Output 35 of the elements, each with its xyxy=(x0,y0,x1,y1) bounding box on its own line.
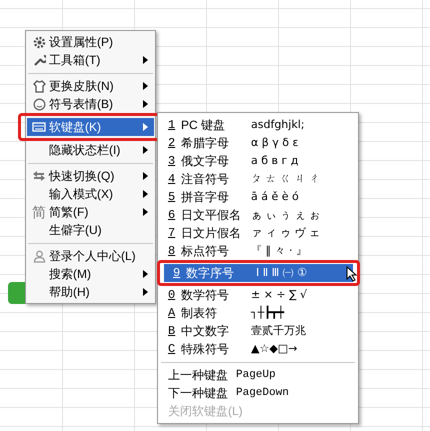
menu-item[interactable]: 7 日文片假名 ァ ィ ゥ ヴ ェ xyxy=(159,224,357,242)
menu-item[interactable]: 登录个人中心(L) xyxy=(27,247,154,265)
menu-item[interactable]: 6 日文平假名 ぁ ぃ ぅ ぇ ぉ xyxy=(159,206,357,224)
menu-item[interactable]: 符号表情(B) xyxy=(27,95,154,113)
menu-item[interactable]: 快速切换(Q) xyxy=(27,167,154,185)
simplified-char-icon: 简 xyxy=(32,205,46,219)
menu-item[interactable]: 0 数学符号 ± × ÷ ∑ √ xyxy=(159,286,357,304)
menu-item[interactable]: 搜索(M) xyxy=(27,265,154,283)
menu-item[interactable]: 软键盘(K) xyxy=(27,118,154,136)
menu-item[interactable]: 8 标点符号 『 ‖ 々 · 』 xyxy=(159,242,357,260)
menu-item[interactable]: 5 拼音字母 ā á ě è ó xyxy=(159,188,357,206)
menu-item[interactable]: 帮助(H) xyxy=(27,283,154,301)
menu-item[interactable]: B 中文数字 壹贰千万兆 xyxy=(159,322,357,340)
menu-item[interactable]: 简 简繁(F) xyxy=(27,203,154,221)
menu-item[interactable]: 4 注音符号 ㄆ ㄊ ㄍ ㄐ ㄔ xyxy=(159,170,357,188)
menu-item[interactable]: 输入模式(X) xyxy=(27,185,154,203)
menu-item[interactable]: 设置属性(P) xyxy=(27,33,154,51)
menu-item[interactable]: 更换皮肤(N) xyxy=(27,77,154,95)
menu-item[interactable]: C 特殊符号 ▲☆◆□→ xyxy=(159,340,357,358)
menu-item[interactable]: 1 PC 键盘 asdfghjkl; xyxy=(159,116,357,134)
menu-item[interactable]: 上一种键盘 PageUp xyxy=(159,366,357,384)
menu-item[interactable]: 下一种键盘 PageDown xyxy=(159,384,357,402)
shirt-icon xyxy=(32,80,46,92)
menu-item[interactable]: A 制表符 ┐┼┣┳┿ xyxy=(159,304,357,322)
menu-item[interactable]: 3 俄文字母 а б в г д xyxy=(159,152,357,170)
menu-item[interactable]: 隐藏状态栏(I) xyxy=(27,141,154,159)
smiley-icon xyxy=(32,98,46,110)
gear-icon xyxy=(32,36,46,48)
menu-item[interactable]: 生僻字(U) xyxy=(27,221,154,239)
menu-item[interactable]: 工具箱(T) xyxy=(27,51,154,69)
keyboard-icon xyxy=(32,121,46,133)
menu-item[interactable]: 9 数字序号 Ⅰ Ⅱ Ⅲ ㈠ ① xyxy=(164,264,353,282)
swap-arrows-icon xyxy=(32,170,46,182)
menu-item[interactable]: 2 希腊字母 α β γ δ ε xyxy=(159,134,357,152)
user-icon xyxy=(32,250,46,262)
